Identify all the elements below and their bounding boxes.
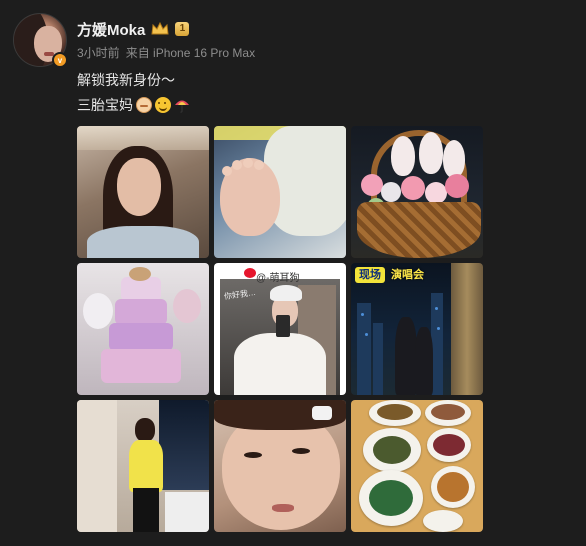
smile-emoji-icon <box>155 97 171 113</box>
crown-icon[interactable] <box>151 22 169 36</box>
live-badge: 现场 <box>355 267 385 283</box>
watermark-text: @-萌耳狗 <box>256 273 300 284</box>
umbrella-emoji-icon <box>174 97 190 113</box>
author-name[interactable]: 方媛Moka <box>77 19 145 40</box>
post-text-line2: 三胎宝妈 <box>77 95 190 115</box>
live-caption: 演唱会 <box>391 269 424 281</box>
weibo-post: v 方媛Moka 1 3小时前 来自 iPhone 16 Pro Max 解锁我… <box>0 0 586 546</box>
image-grid: @-萌耳狗 你好我… 现场 演唱会 <box>77 126 483 534</box>
image-thumb-9[interactable] <box>351 400 483 532</box>
vip-level-badge[interactable]: 1 <box>175 22 190 36</box>
weibo-watermark-icon <box>244 268 256 278</box>
image-thumb-8[interactable] <box>214 400 346 532</box>
post-time[interactable]: 3小时前 <box>77 44 120 61</box>
image-thumb-6[interactable]: 现场 演唱会 <box>351 263 483 395</box>
image-thumb-4[interactable] <box>77 263 209 395</box>
baby-emoji-icon <box>136 97 152 113</box>
image-thumb-5[interactable]: @-萌耳狗 你好我… <box>214 263 346 395</box>
image-thumb-7[interactable] <box>77 400 209 532</box>
post-source: 来自 iPhone 16 Pro Max <box>125 46 256 60</box>
post-text: 三胎宝妈 <box>77 97 133 113</box>
post-meta: 3小时前 来自 iPhone 16 Pro Max <box>77 44 255 61</box>
post-text-line1: 解锁我新身份～ <box>77 70 175 90</box>
verified-icon: v <box>52 52 68 68</box>
post-text: 解锁我新身份～ <box>77 72 175 88</box>
image-thumb-3[interactable] <box>351 126 483 258</box>
image-thumb-2[interactable] <box>214 126 346 258</box>
author-row: 方媛Moka 1 <box>77 18 190 40</box>
image-thumb-1[interactable] <box>77 126 209 258</box>
